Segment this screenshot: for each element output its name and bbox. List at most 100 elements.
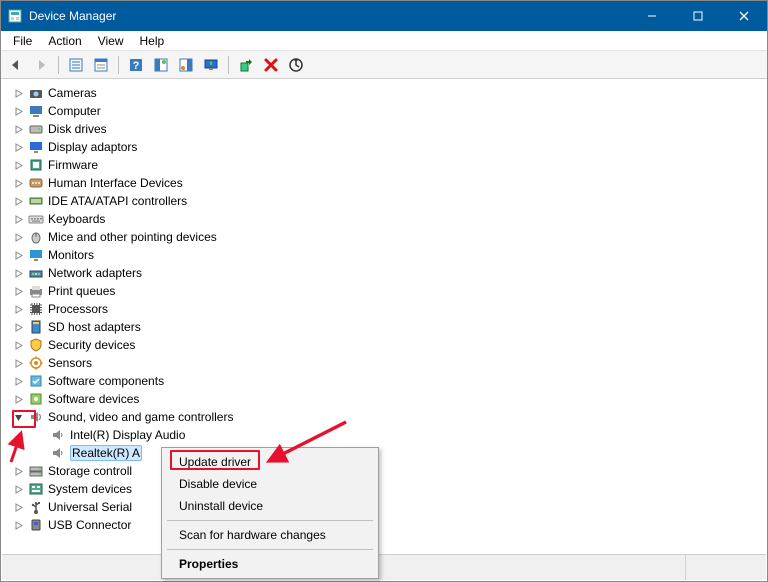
tree-node[interactable]: SD host adapters (12, 318, 766, 336)
tree-node-label: Realtek(R) A (70, 445, 142, 461)
tree-node-label: Storage controll (48, 464, 132, 478)
mouse-icon (28, 229, 44, 245)
tree-node[interactable]: Processors (12, 300, 766, 318)
back-icon[interactable] (5, 54, 27, 76)
tree-node[interactable]: Mice and other pointing devices (12, 228, 766, 246)
chevron-right-icon[interactable] (12, 321, 24, 333)
tree-node-label: USB Connector (48, 518, 131, 532)
properties-icon[interactable] (90, 54, 112, 76)
tree-node[interactable]: Software devices (12, 390, 766, 408)
tree-node[interactable]: Print queues (12, 282, 766, 300)
chevron-right-icon[interactable] (12, 267, 24, 279)
tree-node[interactable]: Storage controll (12, 462, 766, 480)
tree-node-label: Sound, video and game controllers (48, 410, 233, 424)
app-icon (7, 8, 23, 24)
context-menu-item[interactable]: Disable device (165, 473, 375, 495)
scan-hardware-icon[interactable] (285, 54, 307, 76)
monitor-icon (28, 247, 44, 263)
help-icon[interactable]: ? (125, 54, 147, 76)
tree-node[interactable]: Display adaptors (12, 138, 766, 156)
tree-node[interactable]: Universal Serial (12, 498, 766, 516)
print-icon (28, 283, 44, 299)
context-menu-item[interactable]: Update driver (165, 451, 375, 473)
tree-node[interactable]: Intel(R) Display Audio (34, 426, 766, 444)
tree-node[interactable]: Firmware (12, 156, 766, 174)
minimize-button[interactable] (629, 1, 675, 31)
tree-node-label: Universal Serial (48, 500, 132, 514)
menu-file[interactable]: File (5, 32, 40, 50)
chevron-right-icon[interactable] (12, 303, 24, 315)
cpu-icon (28, 301, 44, 317)
maximize-button[interactable] (675, 1, 721, 31)
tree-node[interactable]: Realtek(R) A (34, 444, 766, 462)
tree-node[interactable]: Monitors (12, 246, 766, 264)
tree-node-label: Security devices (48, 338, 135, 352)
menu-help[interactable]: Help (132, 32, 173, 50)
context-menu-item[interactable]: Scan for hardware changes (165, 524, 375, 546)
tree-node-label: Cameras (48, 86, 97, 100)
device-tree[interactable]: Cameras Computer Disk drives Display adapto… (2, 80, 766, 534)
menu-view[interactable]: View (90, 32, 132, 50)
tree-node-label: Sensors (48, 356, 92, 370)
context-menu-item[interactable]: Properties (165, 553, 375, 575)
context-menu: Update driverDisable deviceUninstall dev… (161, 447, 379, 579)
tree-node-label: Computer (48, 104, 101, 118)
camera-icon (28, 85, 44, 101)
sensor-icon (28, 355, 44, 371)
show-hide-tree-icon[interactable] (65, 54, 87, 76)
chevron-down-icon[interactable] (12, 411, 24, 423)
chevron-right-icon[interactable] (12, 231, 24, 243)
chevron-right-icon[interactable] (12, 519, 24, 531)
chevron-right-icon[interactable] (12, 285, 24, 297)
tree-node[interactable]: IDE ATA/ATAPI controllers (12, 192, 766, 210)
tree-node[interactable]: USB Connector (12, 516, 766, 534)
speaker-icon (50, 445, 66, 461)
forward-icon[interactable] (30, 54, 52, 76)
close-button[interactable] (721, 1, 767, 31)
chevron-right-icon[interactable] (12, 105, 24, 117)
tree-node-label: Monitors (48, 248, 94, 262)
chevron-right-icon[interactable] (12, 141, 24, 153)
tree-node[interactable]: Human Interface Devices (12, 174, 766, 192)
tree-node[interactable]: Software components (12, 372, 766, 390)
chevron-right-icon[interactable] (12, 123, 24, 135)
chevron-right-icon[interactable] (12, 357, 24, 369)
hid-icon (28, 175, 44, 191)
chevron-right-icon[interactable] (12, 393, 24, 405)
action-a-icon[interactable] (150, 54, 172, 76)
tree-node[interactable]: Sensors (12, 354, 766, 372)
tree-node[interactable]: Disk drives (12, 120, 766, 138)
chevron-right-icon[interactable] (12, 87, 24, 99)
security-icon (28, 337, 44, 353)
action-b-icon[interactable] (175, 54, 197, 76)
monitor-update-icon[interactable] (200, 54, 222, 76)
tree-node-label: Intel(R) Display Audio (70, 428, 185, 442)
chevron-right-icon[interactable] (12, 465, 24, 477)
tree-node-label: Mice and other pointing devices (48, 230, 217, 244)
tree-node[interactable]: Computer (12, 102, 766, 120)
chevron-right-icon[interactable] (12, 501, 24, 513)
context-menu-item[interactable]: Uninstall device (165, 495, 375, 517)
tree-node[interactable]: Sound, video and game controllers (12, 408, 766, 426)
chevron-right-icon[interactable] (12, 195, 24, 207)
chevron-right-icon[interactable] (12, 177, 24, 189)
chevron-right-icon[interactable] (12, 375, 24, 387)
tree-node[interactable]: Network adapters (12, 264, 766, 282)
tree-node[interactable]: Keyboards (12, 210, 766, 228)
chevron-right-icon[interactable] (12, 213, 24, 225)
tree-node[interactable]: Cameras (12, 84, 766, 102)
tree-node-label: Disk drives (48, 122, 107, 136)
chevron-right-icon[interactable] (12, 339, 24, 351)
chevron-right-icon[interactable] (12, 483, 24, 495)
chevron-right-icon[interactable] (12, 249, 24, 261)
tree-node-label: Print queues (48, 284, 115, 298)
usb-icon (28, 499, 44, 515)
menu-action[interactable]: Action (40, 32, 89, 50)
chevron-right-icon[interactable] (12, 159, 24, 171)
add-legacy-icon[interactable] (235, 54, 257, 76)
tree-node[interactable]: Security devices (12, 336, 766, 354)
swdev-icon (28, 391, 44, 407)
tree-node[interactable]: System devices (12, 480, 766, 498)
uninstall-icon[interactable] (260, 54, 282, 76)
svg-text:?: ? (133, 60, 140, 72)
